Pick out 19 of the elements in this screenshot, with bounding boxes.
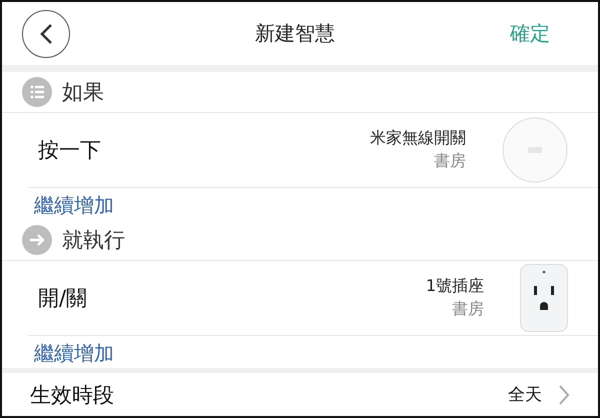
back-icon <box>39 22 53 44</box>
confirm-button[interactable]: 確定 <box>510 20 550 47</box>
add-more-link[interactable]: 繼續增加 <box>2 336 598 368</box>
list-icon <box>22 77 52 107</box>
period-value: 全天 <box>508 384 542 406</box>
back-button[interactable] <box>22 10 70 58</box>
wireless-switch-icon <box>502 117 568 183</box>
period-label: 生效時段 <box>30 382 114 408</box>
action-label: 按一下 <box>38 137 101 164</box>
add-more-link[interactable]: 繼續增加 <box>2 188 598 220</box>
room-label: 書房 <box>434 151 466 172</box>
page-title: 新建智慧 <box>254 20 336 47</box>
device-name: 米家無線開關 <box>370 128 466 149</box>
smart-plug-icon <box>520 264 568 332</box>
device-name: 1號插座 <box>426 276 484 297</box>
section-title: 如果 <box>62 79 104 106</box>
room-label: 書房 <box>452 299 484 320</box>
action-label: 開/關 <box>38 285 88 312</box>
section-title: 就執行 <box>62 227 125 254</box>
